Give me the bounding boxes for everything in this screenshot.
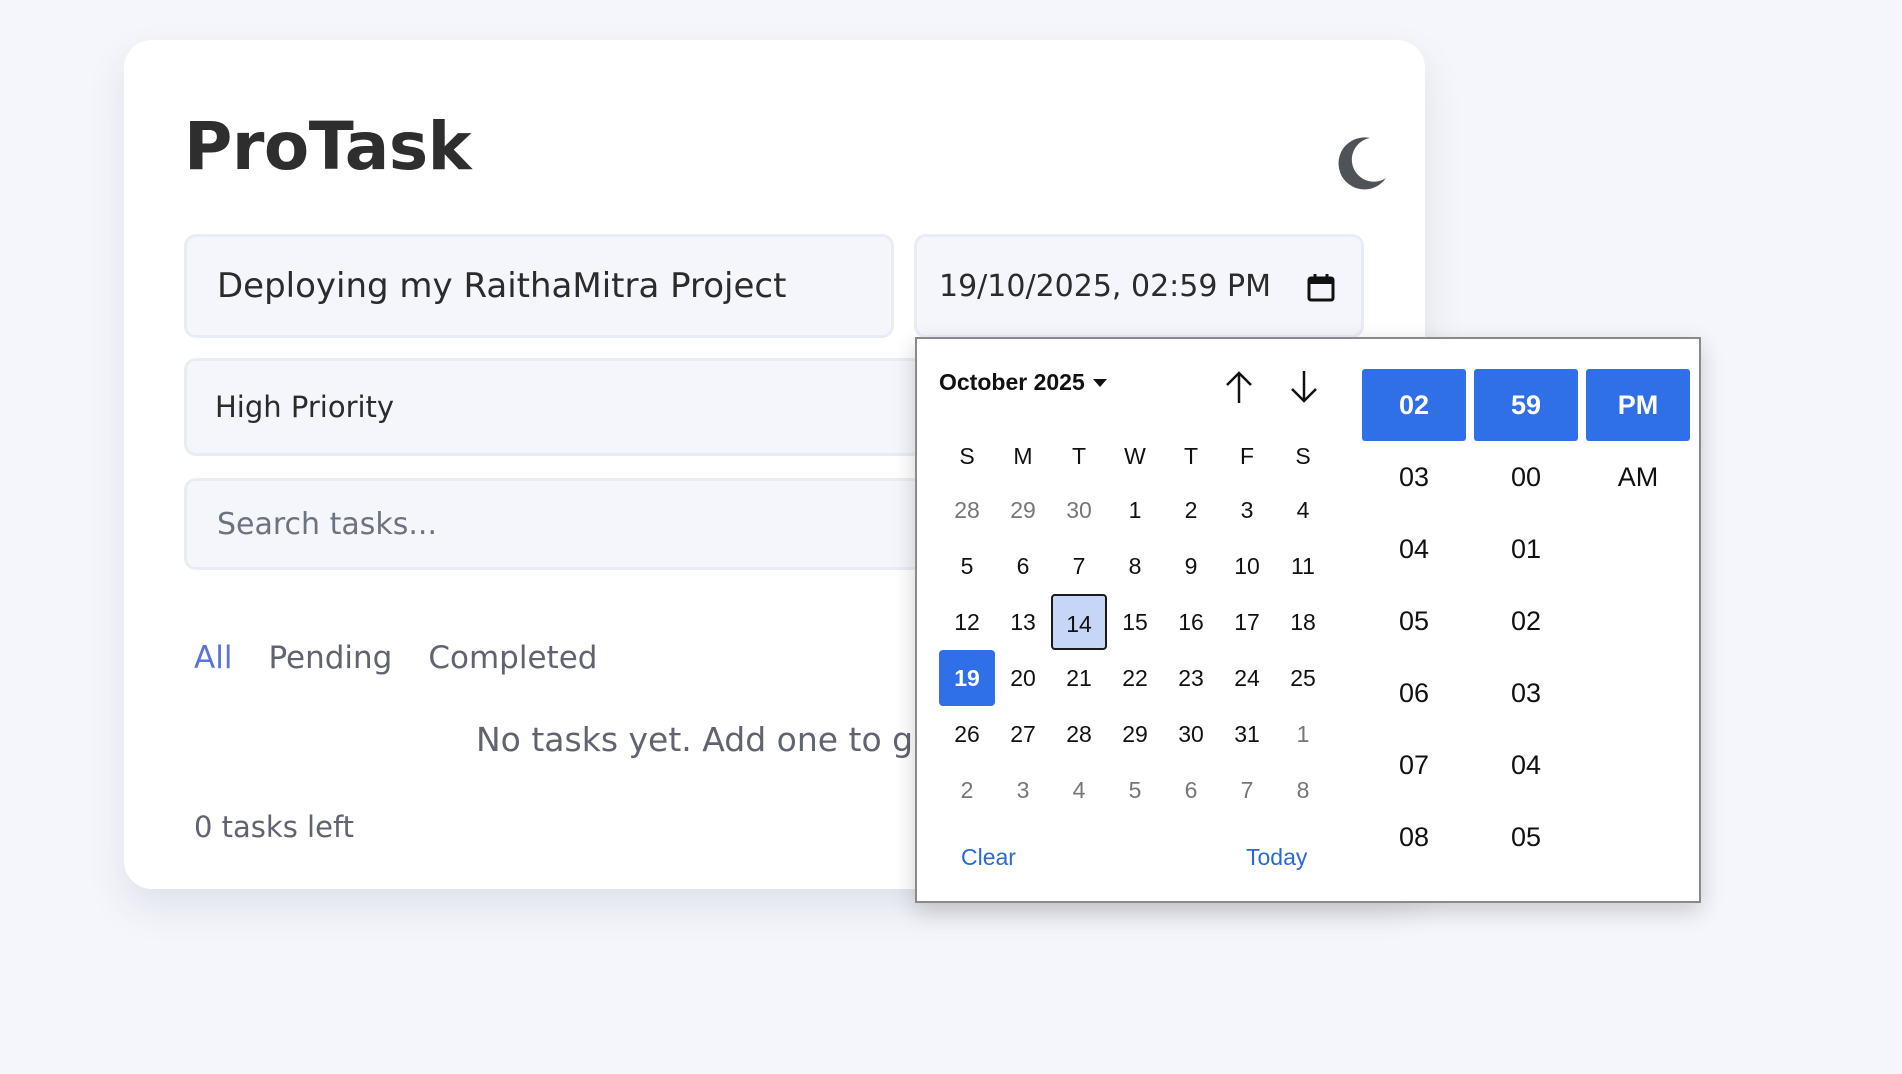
calendar-day[interactable]: 24 — [1219, 650, 1275, 706]
calendar-day[interactable]: 15 — [1107, 594, 1163, 650]
calendar-day[interactable]: 30 — [1051, 482, 1107, 538]
calendar-day[interactable]: 5 — [1107, 762, 1163, 818]
calendar-day[interactable]: 20 — [995, 650, 1051, 706]
calendar-day[interactable]: 25 — [1275, 650, 1331, 706]
calendar-day[interactable]: 31 — [1219, 706, 1275, 762]
today-button[interactable]: Today — [1246, 844, 1307, 871]
weekday-header: S M T W T F S — [939, 443, 1331, 470]
moon-icon[interactable] — [1324, 124, 1396, 196]
datetime-picker-popup: October 2025 S M T W T F S 28 29 30 1 2 … — [915, 337, 1701, 903]
calendar-day[interactable]: 3 — [995, 762, 1051, 818]
hour-option[interactable]: 08 — [1362, 801, 1466, 873]
calendar-day-today[interactable]: 14 — [1051, 594, 1107, 650]
weekday-label: S — [1295, 443, 1311, 469]
calendar-day[interactable]: 29 — [1107, 706, 1163, 762]
calendar-week: 28 29 30 1 2 3 4 — [939, 482, 1331, 538]
calendar-day[interactable]: 9 — [1163, 538, 1219, 594]
calendar-week: 19 20 21 22 23 24 25 — [939, 650, 1331, 706]
calendar-day[interactable]: 28 — [1051, 706, 1107, 762]
calendar-day[interactable]: 18 — [1275, 594, 1331, 650]
hour-option[interactable]: 03 — [1362, 441, 1466, 513]
calendar-day[interactable]: 29 — [995, 482, 1051, 538]
filter-tabs: All Pending Completed — [194, 640, 597, 676]
weekday-label: W — [1124, 443, 1146, 469]
priority-value: High Priority — [215, 390, 395, 424]
month-year-label: October 2025 — [939, 369, 1085, 395]
calendar-day[interactable]: 6 — [1163, 762, 1219, 818]
calendar-day[interactable]: 13 — [995, 594, 1051, 650]
hour-column: 02 03 04 05 06 07 08 — [1362, 369, 1466, 873]
priority-select[interactable]: High Priority — [184, 358, 924, 456]
calendar-day[interactable]: 6 — [995, 538, 1051, 594]
month-year-selector[interactable]: October 2025 — [939, 369, 1107, 396]
calendar-day[interactable]: 12 — [939, 594, 995, 650]
minute-option-selected[interactable]: 59 — [1474, 369, 1578, 441]
calendar-day[interactable]: 4 — [1051, 762, 1107, 818]
hour-option[interactable]: 06 — [1362, 657, 1466, 729]
weekday-label: M — [1013, 443, 1033, 469]
arrow-down-icon[interactable] — [1284, 367, 1324, 407]
minute-option[interactable]: 01 — [1474, 513, 1578, 585]
calendar-day[interactable]: 2 — [1163, 482, 1219, 538]
calendar-day-selected[interactable]: 19 — [939, 650, 995, 706]
calendar-day[interactable]: 8 — [1107, 538, 1163, 594]
calendar-day[interactable]: 22 — [1107, 650, 1163, 706]
calendar-day[interactable]: 1 — [1275, 706, 1331, 762]
clear-button[interactable]: Clear — [961, 844, 1016, 871]
hour-option-selected[interactable]: 02 — [1362, 369, 1466, 441]
weekday-label: T — [1183, 443, 1199, 469]
app-title: ProTask — [184, 108, 472, 185]
calendar-week: 2 3 4 5 6 7 8 — [939, 762, 1331, 818]
calendar-icon[interactable] — [1307, 273, 1335, 303]
calendar-week: 12 13 14 15 16 17 18 — [939, 594, 1331, 650]
calendar-day[interactable]: 26 — [939, 706, 995, 762]
minute-option[interactable]: 04 — [1474, 729, 1578, 801]
task-input[interactable]: Deploying my RaithaMitra Project — [184, 234, 894, 338]
hour-option[interactable]: 05 — [1362, 585, 1466, 657]
calendar-day[interactable]: 8 — [1275, 762, 1331, 818]
minute-option[interactable]: 02 — [1474, 585, 1578, 657]
minute-option[interactable]: 00 — [1474, 441, 1578, 513]
calendar-day[interactable]: 7 — [1051, 538, 1107, 594]
calendar-day[interactable]: 30 — [1163, 706, 1219, 762]
calendar-day[interactable]: 5 — [939, 538, 995, 594]
calendar-day[interactable]: 2 — [939, 762, 995, 818]
period-option-selected[interactable]: PM — [1586, 369, 1690, 441]
minute-option[interactable]: 05 — [1474, 801, 1578, 873]
filter-all[interactable]: All — [194, 640, 232, 676]
weekday-label: S — [959, 443, 975, 469]
minute-option[interactable]: 03 — [1474, 657, 1578, 729]
filter-completed[interactable]: Completed — [428, 640, 597, 676]
weekday-label: F — [1239, 443, 1255, 469]
datetime-value: 19/10/2025, 02:59 PM — [939, 268, 1271, 304]
calendar-week: 26 27 28 29 30 31 1 — [939, 706, 1331, 762]
calendar-day[interactable]: 7 — [1219, 762, 1275, 818]
hour-option[interactable]: 07 — [1362, 729, 1466, 801]
caret-down-icon — [1092, 378, 1107, 387]
period-column: PM AM — [1586, 369, 1690, 513]
calendar-week: 5 6 7 8 9 10 11 — [939, 538, 1331, 594]
search-input[interactable]: Search tasks... — [184, 478, 924, 570]
calendar-day[interactable]: 3 — [1219, 482, 1275, 538]
search-placeholder: Search tasks... — [217, 506, 437, 542]
weekday-label: T — [1071, 443, 1087, 469]
calendar-day[interactable]: 11 — [1275, 538, 1331, 594]
tasks-left-count: 0 tasks left — [194, 810, 355, 844]
calendar-day[interactable]: 16 — [1163, 594, 1219, 650]
calendar-day[interactable]: 21 — [1051, 650, 1107, 706]
minute-column: 59 00 01 02 03 04 05 — [1474, 369, 1578, 873]
datetime-input[interactable]: 19/10/2025, 02:59 PM — [914, 234, 1364, 338]
calendar-day[interactable]: 10 — [1219, 538, 1275, 594]
filter-pending[interactable]: Pending — [268, 640, 392, 676]
task-input-value: Deploying my RaithaMitra Project — [217, 266, 787, 306]
calendar-day[interactable]: 17 — [1219, 594, 1275, 650]
arrow-up-icon[interactable] — [1219, 367, 1259, 407]
calendar-day[interactable]: 1 — [1107, 482, 1163, 538]
period-option[interactable]: AM — [1586, 441, 1690, 513]
calendar-day[interactable]: 4 — [1275, 482, 1331, 538]
hour-option[interactable]: 04 — [1362, 513, 1466, 585]
calendar-day[interactable]: 28 — [939, 482, 995, 538]
calendar-day[interactable]: 27 — [995, 706, 1051, 762]
calendar-day[interactable]: 23 — [1163, 650, 1219, 706]
